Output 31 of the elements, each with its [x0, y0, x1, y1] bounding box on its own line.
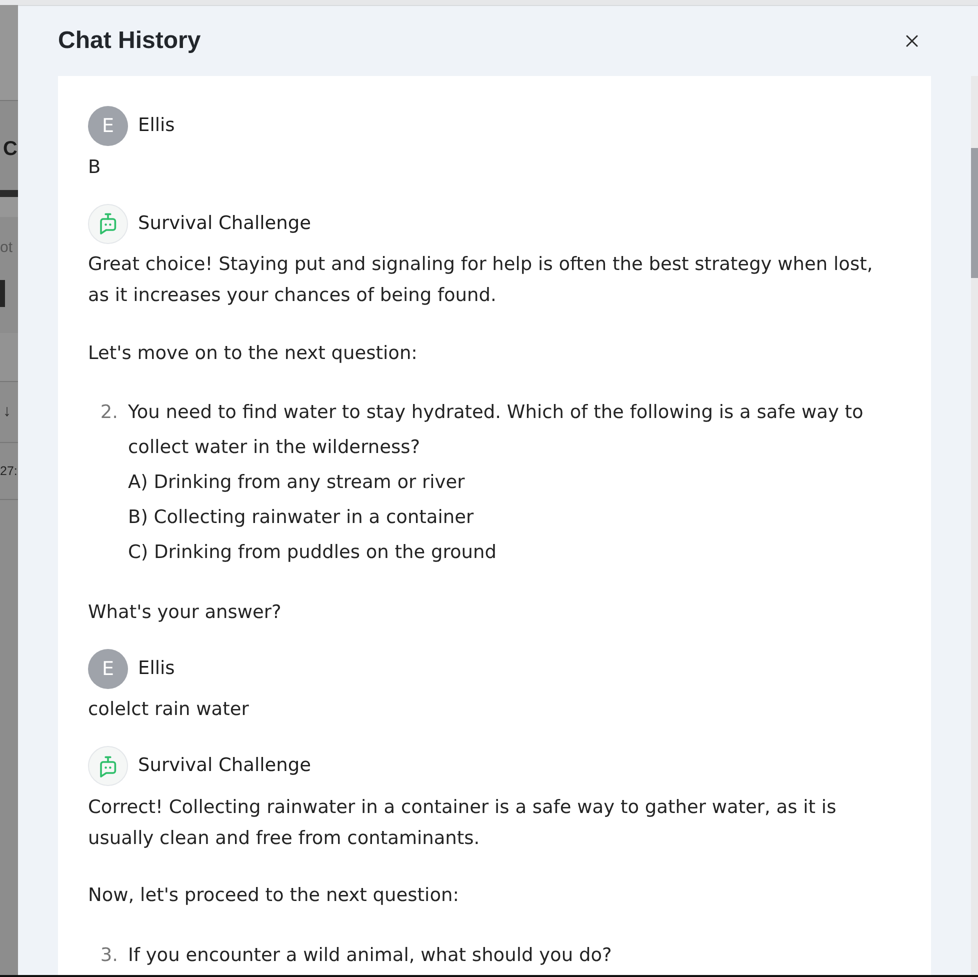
list-number: 2.: [99, 401, 118, 425]
heading-text: C: [3, 136, 18, 160]
list-number: 3.: [99, 944, 118, 968]
scrollbar-thumb[interactable]: [971, 148, 978, 278]
message-text: Great choice! Staying put and signaling for help is often the best strategy when lost, as it increases your chances of being found.: [88, 253, 874, 308]
option-text: A) Drinking from any stream or river: [128, 471, 466, 495]
tile-icon: [0, 280, 5, 307]
down-arrow-icon[interactable]: ↓: [3, 402, 11, 422]
message-text: B: [88, 156, 102, 180]
sender-name: Survival Challenge: [138, 212, 311, 236]
close-icon[interactable]: [906, 35, 918, 47]
message-text: Now, let's proceed to the next question:: [88, 884, 460, 908]
label-text: ot: [0, 238, 13, 258]
message-text: colelct rain water: [88, 698, 250, 722]
message-text: Let's move on to the next question:: [88, 342, 418, 366]
number-text: 27:: [0, 463, 18, 479]
user-avatar: E: [88, 106, 128, 146]
question-text: If you encounter a wild animal, what should you do?: [128, 944, 613, 968]
scrollbar-track[interactable]: [971, 76, 978, 975]
sender-name: Survival Challenge: [138, 754, 311, 778]
user-avatar: E: [88, 648, 128, 688]
option-text: B) Collecting rainwater in a container: [128, 506, 475, 530]
robot-chat-icon: [88, 204, 128, 244]
message-text: What's your answer?: [88, 600, 282, 624]
message-text: Correct! Collecting rainwater in a container is a safe way to gather water, as it is usually clean and free from contaminants.: [88, 796, 838, 850]
sender-name: Ellis: [138, 114, 175, 138]
sender-name: Ellis: [138, 656, 175, 680]
robot-chat-icon: [88, 746, 128, 786]
option-text: C) Drinking from puddles on the ground: [128, 541, 498, 565]
question-text: You need to find water to stay hydrated. Which of the following is a safe way to collect water in the wilderness?: [128, 401, 864, 460]
dialog-title: Chat History: [58, 27, 201, 55]
